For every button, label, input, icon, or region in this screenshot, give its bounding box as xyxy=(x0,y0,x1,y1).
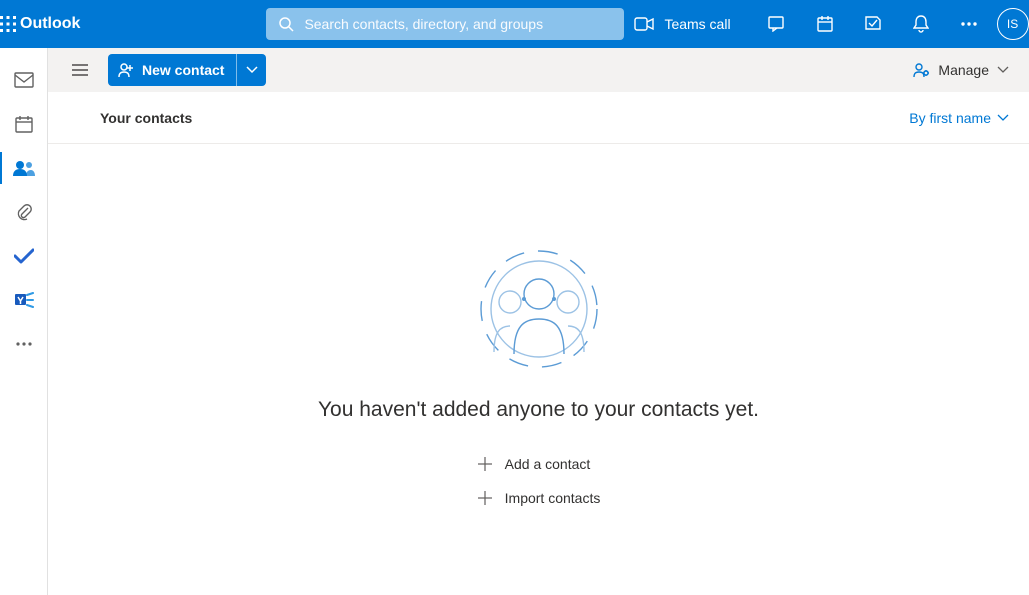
body: New contact Manage xyxy=(0,48,1029,595)
manage-button[interactable]: Manage xyxy=(908,61,1013,79)
add-contact-link[interactable]: Add a contact xyxy=(477,456,601,472)
import-contacts-label: Import contacts xyxy=(505,490,601,506)
plus-icon xyxy=(477,490,493,506)
app-launcher-button[interactable] xyxy=(0,0,16,48)
empty-state: You haven't added anyone to your contact… xyxy=(48,144,1029,595)
new-contact-button[interactable]: New contact xyxy=(108,54,236,86)
command-bar: New contact Manage xyxy=(48,48,1029,92)
rail-yammer[interactable] xyxy=(0,278,48,322)
empty-illustration xyxy=(474,244,604,374)
chevron-down-icon xyxy=(246,66,258,74)
rail-people[interactable] xyxy=(0,146,48,190)
new-contact-split-button: New contact xyxy=(108,54,266,86)
check-icon xyxy=(14,248,34,264)
tips-icon xyxy=(864,15,882,33)
rail-more[interactable] xyxy=(0,322,48,366)
plus-icon xyxy=(477,456,493,472)
video-icon xyxy=(634,17,654,31)
search-container xyxy=(266,8,624,40)
teams-call-button[interactable]: Teams call xyxy=(628,0,752,48)
app-name: Outlook xyxy=(16,15,102,33)
add-contact-label: Add a contact xyxy=(505,456,591,472)
main-column: New contact Manage xyxy=(48,48,1029,595)
chevron-down-icon xyxy=(997,114,1009,122)
search-input[interactable] xyxy=(304,16,614,32)
add-contact-icon xyxy=(118,62,134,78)
more-header-button[interactable] xyxy=(945,0,993,48)
hamburger-icon xyxy=(72,64,88,76)
nav-toggle-button[interactable] xyxy=(64,54,96,86)
module-rail xyxy=(0,48,48,595)
people-icon xyxy=(13,160,35,176)
page-title: Your contacts xyxy=(100,110,192,126)
search-box[interactable] xyxy=(266,8,624,40)
sort-button[interactable]: By first name xyxy=(909,110,1009,126)
avatar-initials: IS xyxy=(1007,17,1018,31)
rail-files[interactable] xyxy=(0,190,48,234)
waffle-icon xyxy=(0,16,16,32)
chevron-down-icon xyxy=(997,66,1009,74)
more-icon xyxy=(16,342,32,346)
more-icon xyxy=(961,22,977,26)
teams-call-label: Teams call xyxy=(664,16,742,32)
calendar-icon xyxy=(15,115,33,133)
planner-icon xyxy=(816,15,834,33)
tips-button[interactable] xyxy=(849,0,897,48)
manage-label: Manage xyxy=(938,62,989,78)
my-day-button[interactable] xyxy=(801,0,849,48)
gear-person-icon xyxy=(912,61,930,79)
header-actions: Teams call IS xyxy=(628,0,1029,48)
empty-message: You haven't added anyone to your contact… xyxy=(318,398,759,422)
mail-icon xyxy=(14,72,34,88)
new-contact-label: New contact xyxy=(142,62,224,78)
meet-now-button[interactable] xyxy=(753,0,801,48)
account-avatar[interactable]: IS xyxy=(997,8,1029,40)
sort-label: By first name xyxy=(909,110,991,126)
content-header: Your contacts By first name xyxy=(48,92,1029,144)
attachment-icon xyxy=(16,203,32,221)
new-contact-dropdown[interactable] xyxy=(236,54,266,86)
suite-header: Outlook Teams call xyxy=(0,0,1029,48)
rail-todo[interactable] xyxy=(0,234,48,278)
empty-actions: Add a contact Import contacts xyxy=(477,456,601,506)
bell-icon xyxy=(913,15,929,33)
rail-mail[interactable] xyxy=(0,58,48,102)
yammer-icon xyxy=(14,290,34,310)
rail-calendar[interactable] xyxy=(0,102,48,146)
chat-icon xyxy=(768,16,786,32)
search-icon xyxy=(278,16,294,32)
import-contacts-link[interactable]: Import contacts xyxy=(477,490,601,506)
notifications-button[interactable] xyxy=(897,0,945,48)
